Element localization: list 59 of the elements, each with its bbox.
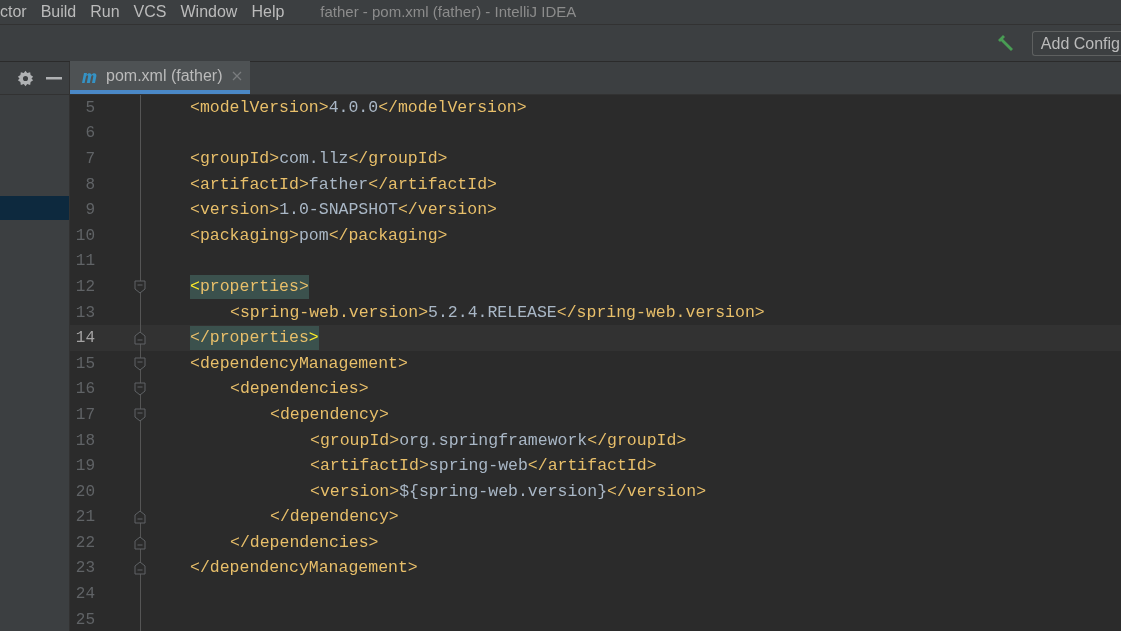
fold-icon[interactable] xyxy=(134,561,146,576)
line-number: 5 xyxy=(85,97,95,118)
code-line: <modelVersion>4.0.0</modelVersion> xyxy=(190,96,527,119)
line-number: 8 xyxy=(85,174,95,195)
line-number: 17 xyxy=(75,404,95,425)
line-number: 6 xyxy=(85,123,95,144)
add-configuration-button[interactable]: Add Config xyxy=(1031,30,1121,56)
code-line: <groupId>org.springframework</groupId> xyxy=(310,429,687,452)
line-number: 14 xyxy=(75,328,95,349)
line-number: 21 xyxy=(75,507,95,528)
minimize-icon[interactable] xyxy=(46,76,62,80)
code-line: <packaging>pom</packaging> xyxy=(190,224,448,247)
menu-item[interactable]: Run xyxy=(90,0,120,24)
code-line: </dependencyManagement> xyxy=(190,557,418,580)
code-line: <dependencies> xyxy=(230,378,369,401)
line-number: 19 xyxy=(75,456,95,477)
line-number: 18 xyxy=(75,430,95,451)
fold-icon[interactable] xyxy=(134,279,146,294)
code-line: <groupId>com.llz</groupId> xyxy=(190,148,448,170)
fold-icon[interactable] xyxy=(134,407,146,422)
fold-icon[interactable] xyxy=(134,535,146,550)
close-icon[interactable] xyxy=(232,70,243,81)
line-number: 22 xyxy=(75,532,95,553)
fold-icon[interactable] xyxy=(134,510,146,525)
menu-item[interactable]: Window xyxy=(180,0,238,24)
line-number: 7 xyxy=(85,149,95,169)
menu-item[interactable]: ctor xyxy=(0,0,27,24)
code-line: <version>${spring-web.version}</version> xyxy=(310,480,707,503)
code-line: </dependency> xyxy=(270,506,399,529)
line-number: 20 xyxy=(75,481,95,502)
code-line: <artifactId>father</artifactId> xyxy=(190,173,497,196)
line-number: 23 xyxy=(75,558,95,579)
code-line: <dependency> xyxy=(270,403,389,426)
line-number: 13 xyxy=(75,302,95,323)
settings-icon[interactable] xyxy=(17,69,34,87)
code-line: <dependencyManagement> xyxy=(190,352,408,375)
code-line: </properties> xyxy=(190,326,319,351)
line-number: 15 xyxy=(75,353,95,374)
code-line: </dependencies> xyxy=(230,531,379,554)
window-title: father - pom.xml (father) - IntelliJ IDEA xyxy=(320,1,577,22)
tab-label: pom.xml (father) xyxy=(106,65,223,86)
code-line: <version>1.0-SNAPSHOT</version> xyxy=(190,199,497,222)
fold-icon[interactable] xyxy=(134,331,146,346)
line-number: 10 xyxy=(75,225,95,246)
line-number: 9 xyxy=(85,200,95,221)
code-line: <properties> xyxy=(190,274,309,299)
line-number: 25 xyxy=(75,609,95,630)
line-number: 12 xyxy=(75,276,95,297)
editor-tab[interactable]: pom.xml (father) xyxy=(70,61,251,94)
menu-item[interactable]: VCS xyxy=(133,0,167,24)
fold-icon[interactable] xyxy=(134,382,146,397)
line-number: 16 xyxy=(75,379,95,400)
code-line: <artifactId>spring-web</artifactId> xyxy=(310,455,657,478)
menu-item[interactable]: Build xyxy=(40,0,77,24)
code-line: <spring-web.version>5.2.4.RELEASE</spring-web.version> xyxy=(230,301,765,324)
line-number: 11 xyxy=(75,251,95,272)
line-number: 24 xyxy=(75,584,95,605)
fold-icon[interactable] xyxy=(134,356,146,371)
menu-item[interactable]: Help xyxy=(251,0,285,24)
